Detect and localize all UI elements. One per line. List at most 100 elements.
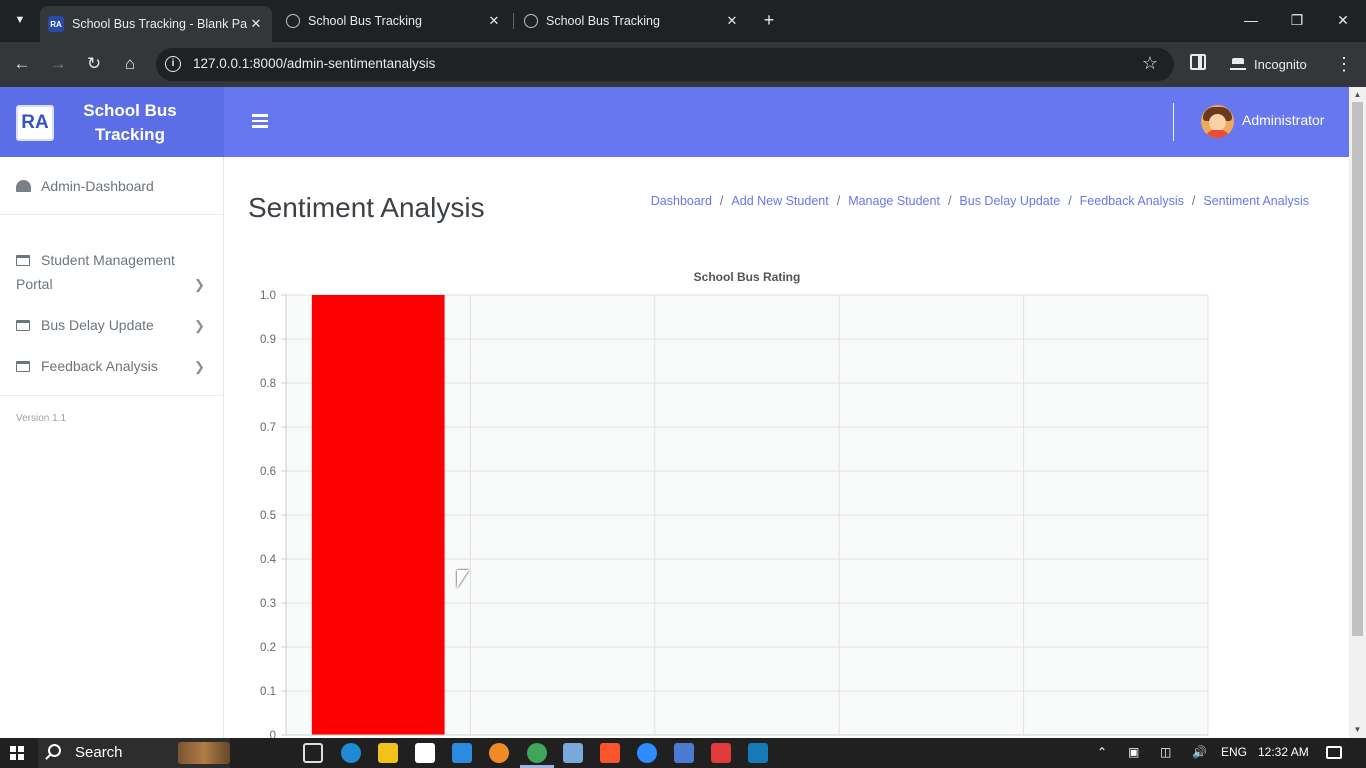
taskbar-search-label: Search (75, 744, 123, 761)
windows-taskbar: Search ⌃ ▣ ◫ 🔊 ENG 12:32 AM (0, 738, 1366, 768)
page-title: Sentiment Analysis (248, 192, 485, 223)
sidebar-item-label: Feedback Analysis (41, 358, 158, 374)
vertical-scrollbar[interactable]: ▲ ▼ (1349, 87, 1366, 738)
url-text[interactable]: 127.0.0.1:8000/admin-sentimentanalysis (193, 56, 435, 71)
brave-icon[interactable] (600, 743, 620, 763)
close-icon[interactable]: ✕ (486, 13, 502, 29)
navbar-divider (1173, 103, 1174, 141)
breadcrumb-manage-student[interactable]: Manage Student (848, 194, 940, 208)
chart-title: School Bus Rating (694, 270, 801, 284)
scroll-up-icon[interactable]: ▲ (1353, 90, 1362, 99)
browser-tab-strip: ▼ RA School Bus Tracking - Blank Pa ✕ Sc… (0, 0, 1366, 42)
y-tick-label: 0.3 (260, 598, 276, 610)
sidebar-item-label: Student Management Portal (16, 252, 175, 292)
tray-chevron-icon[interactable]: ⌃ (1097, 745, 1107, 759)
search-icon (48, 744, 61, 757)
y-tick-label: 0.7 (260, 422, 276, 434)
hamburger-menu-icon[interactable] (252, 114, 268, 128)
task-view-icon[interactable] (303, 743, 323, 763)
globe-icon (286, 14, 300, 28)
sidebar-item-student-management[interactable]: Student Management Portal (16, 248, 196, 296)
volume-icon[interactable]: 🔊 (1192, 745, 1207, 759)
language-indicator[interactable]: ENG (1221, 745, 1247, 759)
browser-tab[interactable]: School Bus Tracking ✕ (516, 6, 748, 36)
browser-tab[interactable]: School Bus Tracking ✕ (278, 6, 510, 36)
browser-toolbar: ← → ↻ ⌂ i 127.0.0.1:8000/admin-sentiment… (0, 42, 1366, 87)
side-panel-icon[interactable] (1190, 54, 1206, 70)
vscode-icon[interactable] (452, 743, 472, 763)
home-icon[interactable]: ⌂ (116, 51, 144, 77)
address-bar[interactable]: i 127.0.0.1:8000/admin-sentimentanalysis… (156, 48, 1174, 81)
main-content: Sentiment Analysis Dashboard / Add New St… (225, 157, 1349, 738)
tab-title: School Bus Tracking (546, 14, 660, 28)
sidebar-item-label: Bus Delay Update (41, 317, 154, 333)
new-tab-button[interactable]: + (758, 9, 780, 31)
window-close-icon[interactable]: ✕ (1328, 8, 1358, 32)
user-name[interactable]: Administrator (1242, 112, 1324, 128)
sidebar-item-feedback-analysis[interactable]: Feedback Analysis (16, 354, 158, 378)
minimize-icon[interactable]: — (1236, 8, 1266, 32)
meet-icon[interactable]: ▣ (1128, 745, 1139, 759)
restore-icon[interactable]: ❐ (1282, 8, 1312, 32)
search-highlight-image (178, 742, 230, 764)
clock[interactable]: 12:32 AM (1258, 745, 1309, 759)
zoom-icon[interactable] (637, 743, 657, 763)
y-tick-label: 0.6 (260, 466, 276, 478)
window-icon (16, 320, 30, 331)
sidebar-divider (0, 214, 223, 215)
forward-arrow-icon[interactable]: → (44, 51, 72, 77)
scroll-down-icon[interactable]: ▼ (1353, 725, 1362, 734)
app-icon[interactable] (415, 743, 435, 763)
sidebar-item-bus-delay-update[interactable]: Bus Delay Update (16, 313, 154, 337)
y-tick-label: 0.4 (260, 554, 277, 566)
close-icon[interactable]: ✕ (724, 13, 740, 29)
tab-title: School Bus Tracking - Blank Pa (72, 17, 248, 31)
gauge-icon (16, 180, 31, 192)
taskbar-search[interactable]: Search (38, 738, 230, 768)
bookmark-star-icon[interactable]: ☆ (1142, 53, 1158, 74)
terminal-icon[interactable] (748, 743, 768, 763)
incognito-badge[interactable]: Incognito (1222, 50, 1319, 78)
incognito-label: Incognito (1254, 56, 1307, 72)
breadcrumb: Dashboard / Add New Student / Manage Stude… (650, 194, 1309, 208)
user-avatar[interactable] (1201, 105, 1234, 138)
remote-desktop-icon[interactable] (563, 743, 583, 763)
browser-menu-icon[interactable]: ⋮ (1334, 51, 1354, 77)
mouse-cursor (457, 570, 469, 588)
vm-icon[interactable] (674, 743, 694, 763)
notification-icon[interactable] (1326, 746, 1342, 759)
sidebar: Admin-Dashboard Student Management Porta… (0, 157, 224, 738)
browser-tab-active[interactable]: RA School Bus Tracking - Blank Pa ✕ (40, 6, 272, 42)
network-icon[interactable]: ◫ (1160, 745, 1171, 759)
chevron-right-icon: ❯ (194, 359, 205, 374)
breadcrumb-dashboard[interactable]: Dashboard (651, 194, 712, 208)
breadcrumb-feedback-analysis[interactable]: Feedback Analysis (1080, 194, 1184, 208)
file-explorer-icon[interactable] (378, 743, 398, 763)
y-tick-label: 0.2 (260, 642, 276, 654)
sidebar-item-label: Admin-Dashboard (41, 178, 154, 194)
scrollbar-thumb[interactable] (1352, 102, 1363, 636)
tab-search-chevron-icon[interactable]: ▼ (6, 8, 34, 32)
rating-bar-chart: School Bus Rating 0 0.1 0.2 0.3 0.4 0.5 0.6 0.7 0… (260, 270, 1209, 738)
search-app-icon[interactable] (489, 743, 509, 763)
breadcrumb-bus-delay-update[interactable]: Bus Delay Update (959, 194, 1060, 208)
sidebar-item-admin-dashboard[interactable]: Admin-Dashboard (16, 174, 154, 198)
bar (311, 295, 445, 735)
sidebar-divider (0, 395, 223, 396)
chrome-icon[interactable] (527, 743, 547, 763)
y-tick-label: 0.1 (260, 686, 276, 698)
breadcrumb-sentiment-analysis[interactable]: Sentiment Analysis (1203, 194, 1309, 208)
back-arrow-icon[interactable]: ← (8, 51, 36, 77)
app-brand[interactable]: RA School Bus Tracking (0, 87, 224, 157)
site-info-icon[interactable]: i (165, 56, 181, 72)
brand-name: School Bus Tracking (83, 101, 177, 144)
close-icon[interactable]: ✕ (248, 16, 264, 32)
tab-separator (513, 13, 514, 29)
app-logo: RA (16, 105, 54, 141)
reload-icon[interactable]: ↻ (80, 51, 108, 77)
windows-start-icon[interactable] (10, 746, 24, 760)
edge-icon[interactable] (341, 743, 361, 763)
breadcrumb-add-new-student[interactable]: Add New Student (731, 194, 828, 208)
window-icon (16, 255, 30, 266)
anydesk-icon[interactable] (711, 743, 731, 763)
